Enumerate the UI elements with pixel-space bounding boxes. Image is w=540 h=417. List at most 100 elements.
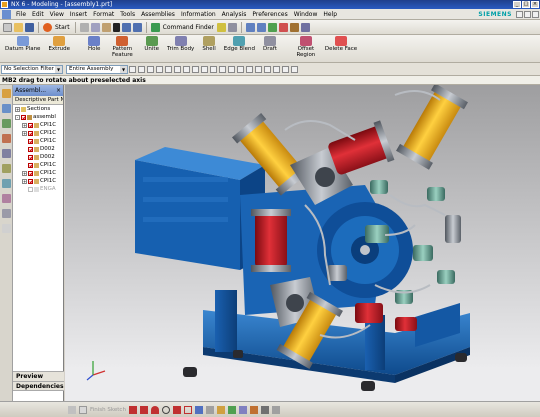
edge-blend-button[interactable]: Edge Blend (224, 36, 255, 52)
close-button[interactable]: × (531, 1, 539, 8)
tree-row[interactable]: + CPI1C (13, 121, 63, 129)
menu-view[interactable]: View (47, 11, 67, 18)
tree-row[interactable]: ENGA (13, 185, 63, 193)
filter-icon[interactable] (129, 65, 136, 73)
menu-preferences[interactable]: Preferences (249, 11, 290, 18)
snap-mid-icon[interactable] (201, 65, 208, 73)
offset-region-button[interactable]: Offset Region (295, 36, 317, 58)
open-icon[interactable] (14, 22, 23, 32)
shell-button[interactable]: Shell (202, 36, 216, 52)
select-all-icon[interactable] (138, 65, 145, 73)
roles-tab-icon[interactable] (2, 209, 11, 218)
visibility-checkbox[interactable] (28, 146, 33, 152)
menu-file[interactable]: File (13, 11, 29, 18)
menu-format[interactable]: Format (90, 11, 117, 18)
snap-intersect-icon[interactable] (228, 65, 235, 73)
tree-expander-icon[interactable]: + (15, 106, 20, 112)
datum-plane-button[interactable]: Datum Plane (5, 36, 40, 52)
visibility-checkbox[interactable] (28, 122, 33, 128)
menu-tools[interactable]: Tools (117, 11, 138, 18)
draft-button[interactable]: Draft (263, 36, 277, 52)
make-corner-icon[interactable] (239, 405, 248, 414)
assembly-navigator-tab-icon[interactable] (2, 89, 11, 98)
tree-row[interactable]: CPI1C (13, 137, 63, 145)
tree-expander-icon[interactable]: + (22, 130, 27, 136)
constraint-navigator-tab-icon[interactable] (2, 104, 11, 113)
hole-button[interactable]: Hole (88, 36, 100, 52)
quick-extend-icon[interactable] (228, 405, 237, 414)
graphics-window[interactable] (65, 85, 540, 401)
snap-end-icon[interactable] (192, 65, 199, 73)
navigator-close-icon[interactable]: × (56, 85, 63, 96)
dependencies-panel-toggle[interactable]: Dependencies (13, 381, 64, 391)
red-valve-lower[interactable] (355, 303, 383, 323)
reuse-library-tab-icon[interactable] (2, 134, 11, 143)
rectangle-icon[interactable] (184, 405, 193, 414)
snap-surface-icon[interactable] (264, 65, 271, 73)
point-icon[interactable] (195, 405, 204, 414)
tree-row[interactable]: + CPI1C (13, 129, 63, 137)
tree-row[interactable]: + Sections (13, 105, 63, 113)
render-style-icon[interactable] (300, 22, 310, 32)
preview-panel-toggle[interactable]: Preview (13, 371, 64, 381)
process-studio-tab-icon[interactable] (2, 194, 11, 203)
extrude-button[interactable]: Extrude (48, 36, 70, 52)
start-icon[interactable] (43, 22, 52, 32)
tree-row[interactable]: CPI1C (13, 161, 63, 169)
doc-minimize-button[interactable] (516, 10, 523, 18)
tree-expander-icon[interactable]: + (22, 178, 27, 184)
circle-icon[interactable] (162, 405, 171, 414)
visibility-checkbox[interactable] (28, 170, 33, 176)
start-button[interactable]: Start (55, 24, 70, 31)
tree-expander-icon[interactable]: - (15, 114, 20, 120)
orient-view-icon[interactable] (289, 22, 299, 32)
tree-expander-icon[interactable]: + (22, 122, 27, 128)
constraints-icon[interactable] (250, 405, 259, 414)
redo-icon[interactable] (132, 22, 142, 32)
delete-face-button[interactable]: Delete Face (325, 36, 357, 52)
tree-row[interactable]: - assembl (13, 113, 63, 121)
system-scenes-tab-icon[interactable] (2, 224, 11, 233)
new-icon[interactable] (3, 22, 12, 32)
menu-insert[interactable]: Insert (67, 11, 90, 18)
menu-analysis[interactable]: Analysis (219, 11, 250, 18)
pattern-feature-button[interactable]: Pattern Feature (108, 36, 136, 58)
visibility-checkbox[interactable] (28, 138, 33, 144)
snap-arc-icon[interactable] (282, 65, 289, 73)
tree-row[interactable]: D002 (13, 153, 63, 161)
menu-information[interactable]: Information (178, 11, 219, 18)
web-browser-tab-icon[interactable] (2, 149, 11, 158)
show-constraints-icon[interactable] (272, 405, 281, 414)
doc-restore-button[interactable] (524, 10, 531, 18)
red-cylinder-left[interactable] (251, 209, 291, 272)
menu-window[interactable]: Window (291, 11, 321, 18)
snap-pole-icon[interactable] (273, 65, 280, 73)
delete-icon[interactable] (112, 22, 120, 32)
command-finder-button[interactable]: Command Finder (163, 24, 214, 31)
model-render[interactable] (65, 85, 540, 401)
visibility-checkbox[interactable] (28, 178, 33, 184)
menu-edit[interactable]: Edit (29, 11, 47, 18)
paste-icon[interactable] (101, 22, 111, 32)
component-select-icon[interactable] (183, 65, 190, 73)
copy-icon[interactable] (90, 22, 100, 32)
arc-icon[interactable] (151, 405, 160, 414)
zoom-icon[interactable] (256, 22, 266, 32)
sketch-icon[interactable] (67, 405, 76, 414)
cylinder-upper-right[interactable] (396, 85, 468, 170)
fit-view-icon[interactable] (245, 22, 255, 32)
system-materials-tab-icon[interactable] (2, 179, 11, 188)
snap-center-icon[interactable] (210, 65, 217, 73)
menu-assemblies[interactable]: Assemblies (138, 11, 178, 18)
rotate-icon[interactable] (267, 22, 277, 32)
visibility-checkbox[interactable] (21, 114, 26, 120)
tree-row[interactable]: + CPI1C (13, 177, 63, 185)
selection-filter-dropdown[interactable]: No Selection Filter ▼ (1, 64, 63, 74)
body-select-icon[interactable] (174, 65, 181, 73)
visibility-checkbox[interactable] (28, 130, 33, 136)
snap-existing-icon[interactable] (246, 65, 253, 73)
selection-scope-dropdown[interactable]: Entire Assembly ▼ (66, 64, 128, 74)
snap-curve-icon[interactable] (255, 65, 262, 73)
doc-close-button[interactable] (532, 10, 539, 18)
save-icon[interactable] (25, 22, 34, 32)
